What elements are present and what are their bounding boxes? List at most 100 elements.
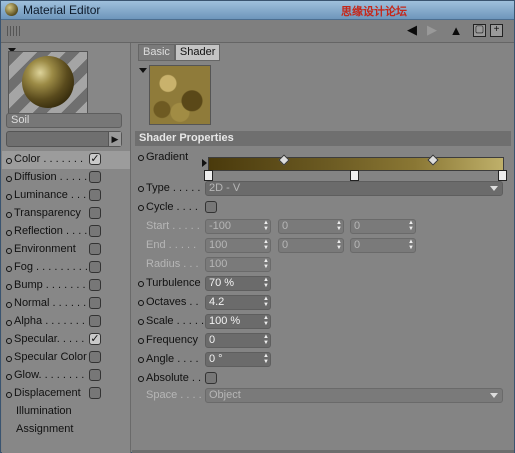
keyframe-dot[interactable] — [138, 155, 144, 161]
start-y-field[interactable]: 0 ▲ ▼ — [278, 219, 344, 234]
keyframe-dot[interactable] — [6, 212, 12, 218]
spinner-icon[interactable]: ▲ ▼ — [262, 239, 270, 252]
spinner-icon[interactable]: ▲ ▼ — [262, 220, 270, 233]
pointer-up-icon[interactable]: ▲ — [449, 23, 463, 38]
title-bar[interactable]: Material Editor 思缘设计论坛 www.MISSYUAN.COM — [1, 1, 514, 31]
keyframe-dot[interactable] — [138, 205, 144, 211]
angle-field[interactable]: 0 ° ▲ ▼ — [205, 352, 271, 367]
channel-checkbox[interactable] — [89, 243, 101, 255]
start-z-field[interactable]: 0 ▲ ▼ — [350, 219, 416, 234]
channel-item[interactable]: Reflection . . . . — [2, 223, 130, 241]
keyframe-dot[interactable] — [6, 392, 12, 398]
absolute-checkbox[interactable] — [205, 372, 217, 384]
keyframe-dot[interactable] — [6, 302, 12, 308]
channel-checkbox[interactable] — [89, 261, 101, 273]
channel-item[interactable]: Displacement — [2, 385, 130, 403]
channel-item[interactable]: Specular. . . . . ✓ — [2, 331, 130, 349]
channel-item[interactable]: Color . . . . . . . ✓ — [2, 151, 130, 169]
tab-shader[interactable]: Shader — [174, 44, 221, 61]
new-window-icon[interactable]: + — [490, 24, 503, 37]
spinner-icon[interactable]: ▲ ▼ — [262, 296, 270, 309]
cycle-checkbox[interactable] — [205, 201, 217, 213]
channel-checkbox[interactable]: ✓ — [89, 153, 101, 165]
keyframe-dot[interactable] — [138, 319, 144, 325]
spinner-icon[interactable]: ▲ ▼ — [407, 239, 415, 252]
keyframe-dot[interactable] — [138, 338, 144, 344]
channel-checkbox[interactable] — [89, 171, 101, 183]
channel-checkbox[interactable] — [89, 189, 101, 201]
start-x-field[interactable]: -100 ▲ ▼ — [205, 219, 271, 234]
channel-scrollbar[interactable]: ▶ — [6, 131, 122, 147]
spinner-icon[interactable]: ▲ ▼ — [262, 315, 270, 328]
end-y-field[interactable]: 0 ▲ ▼ — [278, 238, 344, 253]
forward-arrow-icon[interactable]: ▶ — [425, 22, 439, 37]
keyframe-dot[interactable] — [138, 186, 144, 192]
turbulence-field[interactable]: 70 % ▲ ▼ — [205, 276, 271, 291]
gradient-bar[interactable] — [208, 154, 504, 171]
keyframe-dot[interactable] — [6, 266, 12, 272]
channel-item[interactable]: Luminance . . . . — [2, 187, 130, 205]
octaves-field[interactable]: 4.2 ▲ ▼ — [205, 295, 271, 310]
channel-item[interactable]: Transparency — [2, 205, 130, 223]
tab-basic[interactable]: Basic — [138, 44, 175, 61]
channel-checkbox[interactable] — [89, 225, 101, 237]
channel-checkbox[interactable] — [89, 369, 101, 381]
keyframe-dot[interactable] — [138, 300, 144, 306]
channel-assignment[interactable]: Assignment — [16, 423, 73, 435]
spinner-icon[interactable]: ▲ ▼ — [262, 334, 270, 347]
material-name-field[interactable]: Soil — [6, 113, 122, 128]
keyframe-dot[interactable] — [6, 176, 12, 182]
material-preview[interactable] — [8, 51, 88, 115]
channel-item[interactable]: Specular Color — [2, 349, 130, 367]
channel-item[interactable]: Environment — [2, 241, 130, 259]
spinner-icon[interactable]: ▲ ▼ — [335, 220, 343, 233]
spinner-icon[interactable]: ▲ ▼ — [262, 277, 270, 290]
end-z-field[interactable]: 0 ▲ ▼ — [350, 238, 416, 253]
keyframe-dot[interactable] — [6, 356, 12, 362]
space-dropdown[interactable]: Object — [205, 388, 503, 403]
channel-checkbox[interactable] — [89, 279, 101, 291]
spinner-icon[interactable]: ▲ ▼ — [262, 258, 270, 271]
keyframe-dot[interactable] — [138, 357, 144, 363]
channel-item[interactable]: Fog . . . . . . . . . — [2, 259, 130, 277]
channel-checkbox[interactable] — [89, 297, 101, 309]
keyframe-dot[interactable] — [138, 281, 144, 287]
channel-item[interactable]: Normal . . . . . . — [2, 295, 130, 313]
channel-illumination[interactable]: Illumination — [16, 405, 72, 417]
spinner-icon[interactable]: ▲ ▼ — [262, 353, 270, 366]
keyframe-dot[interactable] — [138, 376, 144, 382]
channel-checkbox[interactable] — [89, 351, 101, 363]
keyframe-dot[interactable] — [6, 284, 12, 290]
radius-field[interactable]: 100 ▲ ▼ — [205, 257, 271, 272]
keyframe-dot[interactable] — [6, 338, 12, 344]
end-x-field[interactable]: 100 ▲ ▼ — [205, 238, 271, 253]
channel-item[interactable]: Diffusion . . . . . — [2, 169, 130, 187]
keyframe-dot[interactable] — [6, 230, 12, 236]
channel-item[interactable]: Bump . . . . . . . — [2, 277, 130, 295]
spinner-icon[interactable]: ▲ ▼ — [335, 239, 343, 252]
gradient-knot[interactable] — [278, 154, 290, 166]
back-arrow-icon[interactable]: ◀ — [405, 22, 419, 37]
keyframe-dot[interactable] — [6, 320, 12, 326]
channel-checkbox[interactable]: ✓ — [89, 333, 101, 345]
channel-checkbox[interactable] — [89, 207, 101, 219]
channel-item[interactable]: Alpha . . . . . . . — [2, 313, 130, 331]
spinner-icon[interactable]: ▲ ▼ — [407, 220, 415, 233]
gradient-expand-icon[interactable] — [202, 159, 207, 167]
channel-checkbox[interactable] — [89, 315, 101, 327]
scale-field[interactable]: 100 % ▲ ▼ — [205, 314, 271, 329]
shader-preview-toggle-icon[interactable] — [139, 68, 147, 73]
scroll-right-icon[interactable]: ▶ — [108, 132, 121, 146]
grip-icon[interactable] — [7, 26, 21, 36]
frequency-field[interactable]: 0 ▲ ▼ — [205, 333, 271, 348]
keyframe-dot[interactable] — [6, 194, 12, 200]
channel-item[interactable]: Glow. . . . . . . . — [2, 367, 130, 385]
keyframe-dot[interactable] — [6, 374, 12, 380]
gradient-knot[interactable] — [427, 154, 439, 166]
channel-checkbox[interactable] — [89, 387, 101, 399]
keyframe-dot[interactable] — [6, 248, 12, 254]
type-dropdown[interactable]: 2D - V — [205, 181, 503, 196]
keyframe-dot[interactable] — [6, 158, 12, 164]
channel-label: Transparency — [14, 207, 81, 219]
lock-icon[interactable]: ▢ — [473, 24, 486, 37]
